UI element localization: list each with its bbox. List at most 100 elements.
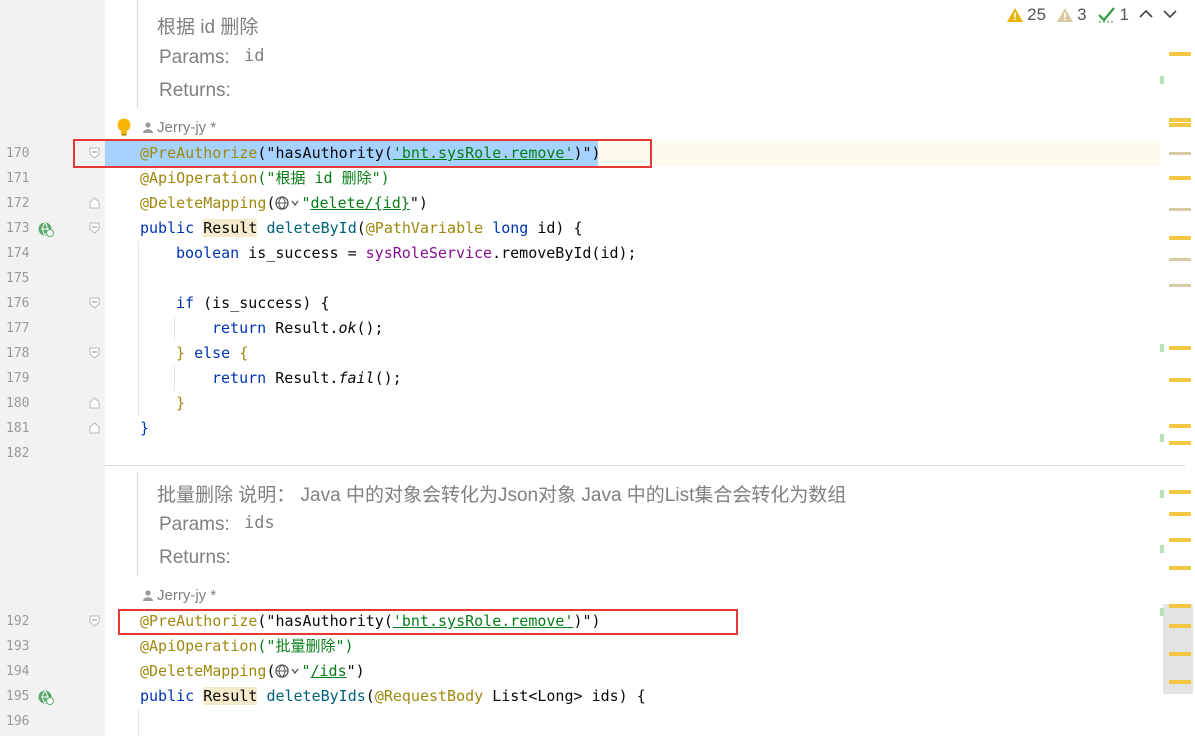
code-author-hint[interactable]: Jerry-jy * [143,585,216,607]
globe-icon[interactable] [275,193,301,218]
code-line-195[interactable]: public Result deleteByIds(@RequestBody L… [140,684,646,709]
line-number: 193 [6,639,30,654]
gutter-row-177: 177 [0,316,100,341]
weak-warnings-counter[interactable]: 3 [1056,5,1087,25]
warning-marker[interactable] [1169,176,1191,180]
code-line-178[interactable]: } else { [176,341,248,366]
warning-marker[interactable] [1169,512,1191,516]
doc-returns-label: Returns: [159,547,231,568]
doc-title: 批量删除 说明： Java 中的对象会转化为Json对象 Java 中的List… [157,485,847,506]
fold-icon[interactable] [89,297,100,309]
author-name: Jerry-jy * [157,587,217,604]
line-number: 177 [6,321,30,336]
gutter-row-194: 194 [0,659,100,684]
warning-marker[interactable] [1169,566,1191,570]
chevron-down-icon[interactable] [1163,6,1177,24]
code-line-171[interactable]: @ApiOperation("根据 id 删除") [140,166,390,191]
line-number: 178 [6,346,30,361]
code-line-176[interactable]: if (is_success) { [176,291,330,316]
warning-marker[interactable] [1169,424,1191,428]
code-line-172[interactable]: @DeleteMapping("delete/{id}") [140,191,428,216]
code-line-177[interactable]: return Result.ok(); [212,316,384,341]
code-author-hint[interactable]: Jerry-jy * [143,117,216,139]
gutter-row-195: 195 [0,684,100,709]
gutter-row-176: 176 [0,291,100,316]
lightbulb-icon[interactable] [116,118,132,140]
gutter-row-179: 179 [0,366,100,391]
indent-guide [138,241,139,416]
warnings-counter[interactable]: 25 [1006,5,1046,25]
double-check-icon [1097,7,1115,23]
ok-counter[interactable]: 1 [1097,5,1129,25]
endpoint-icon[interactable] [38,221,54,237]
globe-icon[interactable] [275,661,301,686]
warning-marker[interactable] [1169,441,1191,445]
warning-marker[interactable] [1169,236,1191,240]
weak-warning-marker[interactable] [1169,258,1191,261]
fold-icon[interactable] [89,347,100,359]
fold-icon[interactable] [89,422,100,434]
code-line-173[interactable]: public Result deleteById(@PathVariable l… [140,216,583,241]
line-number: 192 [6,614,30,629]
line-number: 173 [6,221,30,236]
warning-marker[interactable] [1169,538,1191,542]
fold-icon[interactable] [89,222,100,234]
gutter-row-178: 178 [0,341,100,366]
endpoint-icon[interactable] [38,689,54,705]
gutter-row-171: 171 [0,166,100,191]
line-number: 194 [6,664,30,679]
indent-guide [174,316,175,341]
ok-marker[interactable] [1160,434,1164,442]
warning-marker[interactable] [1169,118,1191,122]
warning-icon [1007,8,1024,22]
fold-icon[interactable] [89,397,100,409]
code-line-194[interactable]: @DeleteMapping("/ids") [140,659,365,684]
ok-marker[interactable] [1160,545,1164,553]
code-line-181[interactable]: } [140,416,149,441]
warning-marker[interactable] [1169,624,1191,628]
warning-marker[interactable] [1169,52,1191,56]
doc-params-label: Params: [159,514,230,535]
code-line-180[interactable]: } [176,391,185,416]
weak-warning-icon [1057,8,1074,22]
weak-warning-marker[interactable] [1169,284,1191,287]
weak-warning-marker[interactable] [1169,208,1191,211]
chevron-up-icon[interactable] [1139,6,1153,24]
highlight-box [73,139,652,168]
fold-icon[interactable] [89,615,100,627]
warning-marker[interactable] [1169,123,1191,127]
warning-marker[interactable] [1169,652,1191,656]
doc-params-label: Params: [159,47,230,68]
gutter-row-173: 173 [0,216,100,241]
ok-marker[interactable] [1160,490,1164,498]
line-number: 196 [6,714,30,729]
gutter-row-182: 182 [0,441,100,466]
code-line-179[interactable]: return Result.fail(); [212,366,402,391]
line-number: 175 [6,271,30,286]
code-line-193[interactable]: @ApiOperation("批量删除") [140,634,354,659]
line-number: 174 [6,246,30,261]
line-number: 180 [6,396,30,411]
gutter-row-180: 180 [0,391,100,416]
ok-marker[interactable] [1160,344,1164,352]
warning-marker[interactable] [1169,604,1191,608]
indent-guide [174,366,175,391]
weak-warning-marker[interactable] [1169,152,1191,155]
author-name: Jerry-jy * [157,119,217,136]
warning-marker[interactable] [1169,680,1191,684]
code-line-174[interactable]: boolean is_success = sysRoleService.remo… [176,241,637,266]
fold-icon[interactable] [89,197,100,209]
doc-params-value: id [244,46,265,66]
javadoc-block: 根据 id 删除 Params: id Returns: [105,0,1160,108]
line-number: 181 [6,421,30,436]
javadoc-block: 批量删除 说明： Java 中的对象会转化为Json对象 Java 中的List… [105,472,1160,576]
inspection-widget[interactable]: 25 3 1 [1006,3,1177,27]
gutter-row-174: 174 [0,241,100,266]
ok-marker[interactable] [1160,76,1164,84]
warning-marker[interactable] [1169,378,1191,382]
ok-marker[interactable] [1160,608,1164,616]
gutter-row-196: 196 [0,709,100,734]
warning-marker[interactable] [1169,346,1191,350]
warning-marker[interactable] [1169,490,1191,494]
highlight-box [118,609,738,635]
